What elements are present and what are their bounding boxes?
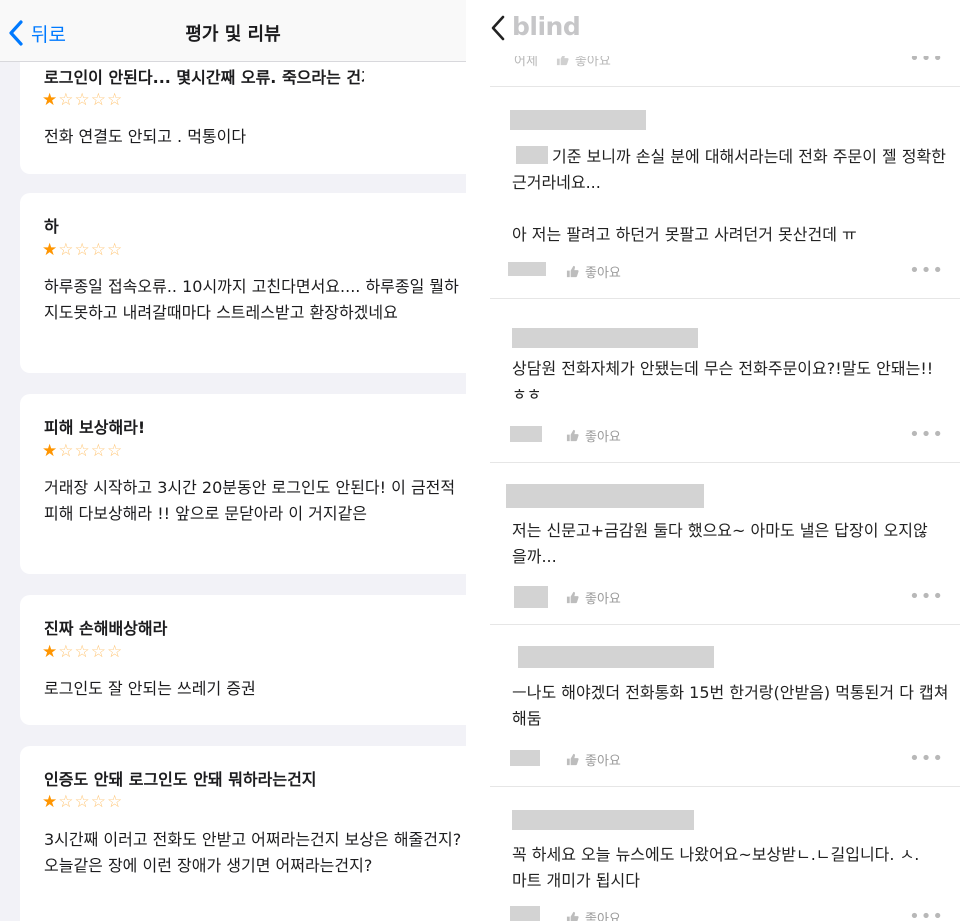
star-icon: ★ <box>42 240 59 260</box>
star-rating: ★☆☆☆☆ <box>42 642 123 662</box>
redaction <box>364 58 466 116</box>
like-button[interactable]: 좋아요 <box>566 908 621 921</box>
review-body: 로그인도 잘 안되는 쓰레기 증권 <box>44 679 256 698</box>
like-label: 좋아요 <box>585 430 621 445</box>
review-card[interactable]: 하 ★☆☆☆☆ 하루종일 접속오류.. 10시까지 고친다면서요.... 하루종… <box>20 193 466 373</box>
like-button[interactable]: 좋아요 <box>566 588 621 607</box>
like-label: 좋아요 <box>585 592 621 607</box>
more-icon[interactable]: ••• <box>909 748 944 769</box>
nav-bar: 뒤로 평가 및 리뷰 <box>0 0 466 62</box>
date-blurred <box>508 262 546 276</box>
author-blurred <box>510 110 646 130</box>
date-blurred <box>514 586 548 608</box>
star-icon: ★ <box>42 90 59 110</box>
star-icon: ★ <box>42 441 59 461</box>
star-icon: ☆☆☆☆ <box>58 240 124 260</box>
like-label: 좋아요 <box>585 754 621 769</box>
review-card[interactable]: 진짜 손해배상해라 ★☆☆☆☆ 로그인도 잘 안되는 쓰레기 증권 <box>20 595 466 725</box>
star-icon: ☆☆☆☆ <box>58 90 124 110</box>
author-blurred <box>518 646 714 668</box>
divider <box>490 462 960 463</box>
review-body: 거래장 시작하고 3시간 20분동안 로그인도 안된다! 이 금전적 피해 다보… <box>44 478 456 523</box>
star-rating: ★☆☆☆☆ <box>42 240 123 260</box>
like-button[interactable]: 좋아요 <box>566 750 621 769</box>
thumbs-up-icon <box>566 911 579 921</box>
comment-text: ㅡ나도 해야겠더 전화통화 15번 한거랑(안받음) 먹통된거 다 캡쳐해둠 <box>512 683 949 728</box>
review-title: 피해 보상해라! <box>44 418 146 437</box>
author-blurred <box>506 484 704 508</box>
blind-comments-panel: blind 어제 좋아요 ••• 기준 보니까 손실 분에 대해서라는데 전화 … <box>490 0 960 921</box>
divider <box>490 86 960 87</box>
like-button[interactable]: 좋아요 <box>566 426 621 445</box>
redaction <box>366 619 456 665</box>
divider <box>490 298 960 299</box>
thumbs-up-icon <box>566 265 579 278</box>
divider <box>490 624 960 625</box>
star-rating: ★☆☆☆☆ <box>42 792 123 812</box>
comment-text: 저는 신문고+금감원 둘다 했으요~ 아마도 낼은 답장이 오지않을까... <box>512 521 928 566</box>
redaction <box>404 766 458 812</box>
thumbs-up-icon <box>566 591 579 604</box>
date-blurred <box>510 750 540 766</box>
more-icon[interactable]: ••• <box>909 260 944 281</box>
divider <box>490 786 960 787</box>
author-blurred <box>512 810 694 830</box>
star-rating: ★☆☆☆☆ <box>42 441 123 461</box>
nav-bar: blind <box>490 0 960 56</box>
comment-text: 기준 보니까 손실 분에 대해서라는데 전화 주문이 젤 정확한 근거라네요..… <box>512 147 946 192</box>
chevron-left-icon[interactable] <box>490 15 506 41</box>
review-title: 로그인이 안된다... 몇시간째 오류. 죽으라는 건가 <box>44 68 376 87</box>
redaction <box>426 209 466 265</box>
comment-text: 상담원 전화자체가 안됐는데 무슨 전화주문이요?!말도 안돼는!! ㅎㅎ <box>512 359 934 404</box>
author-blurred <box>512 328 698 348</box>
thumbs-up-icon <box>566 429 579 442</box>
review-title: 진짜 손해배상해라 <box>44 619 168 638</box>
review-card[interactable]: 인증도 안돼 로그인도 안돼 뭐하라는건지 ★☆☆☆☆ 3시간째 이러고 전화도… <box>20 746 466 921</box>
app-store-reviews-panel: 뒤로 평가 및 리뷰 로그인이 안된다... 몇시간째 오류. 죽으라는 건가 … <box>0 0 466 921</box>
like-label: 좋아요 <box>585 266 621 281</box>
star-icon: ★ <box>42 792 59 812</box>
comment-text: 꼭 하세요 오늘 뉴스에도 나왔어요~보상받ㄴ.ㄴ길입니다. ㅅ.마트 개미가 … <box>512 845 920 890</box>
star-rating: ★☆☆☆☆ <box>42 90 123 110</box>
review-body: 하루종일 접속오류.. 10시까지 고친다면서요.... 하루종일 뭘하지도못하… <box>44 277 459 322</box>
star-icon: ★ <box>42 642 59 662</box>
review-title: 하 <box>44 217 59 236</box>
star-icon: ☆☆☆☆ <box>58 792 124 812</box>
more-icon[interactable]: ••• <box>909 586 944 607</box>
more-icon[interactable]: ••• <box>909 424 944 445</box>
like-button[interactable]: 좋아요 <box>566 262 621 281</box>
review-title: 인증도 안돼 로그인도 안돼 뭐하라는건지 <box>44 770 317 789</box>
review-body: 전화 연결도 안되고 . 먹통이다 <box>44 127 247 146</box>
comment-text: 아 저는 팔려고 하던거 못팔고 사려던거 못산건데 ㅠ <box>512 225 857 244</box>
like-label: 좋아요 <box>585 912 621 921</box>
brand-logo: blind <box>512 12 581 41</box>
review-body: 3시간째 이러고 전화도 안받고 어쩌라는건지 보상은 해줄건지? 오늘같은 장… <box>44 830 462 875</box>
redaction <box>376 414 460 464</box>
more-icon[interactable]: ••• <box>909 906 944 921</box>
date-blurred <box>510 906 540 921</box>
star-icon: ☆☆☆☆ <box>58 642 124 662</box>
thumbs-up-icon <box>566 753 579 766</box>
page-title: 평가 및 리뷰 <box>185 24 281 45</box>
date-blurred <box>510 426 542 442</box>
star-icon: ☆☆☆☆ <box>58 441 124 461</box>
review-card[interactable]: 피해 보상해라! ★☆☆☆☆ 거래장 시작하고 3시간 20분동안 로그인도 안… <box>20 394 466 574</box>
